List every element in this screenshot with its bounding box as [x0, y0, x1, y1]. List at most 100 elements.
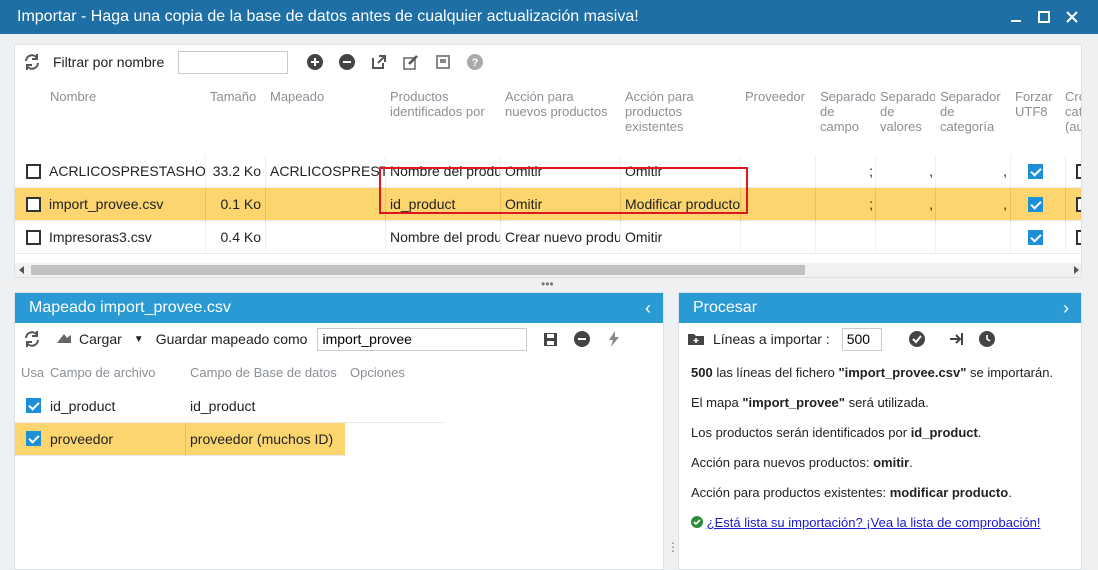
summary-new-action: Acción para nuevos productos: omitir.: [691, 455, 913, 470]
load-mapping-icon[interactable]: [55, 330, 73, 348]
col-header-value-sep[interactable]: Separador de valores: [880, 89, 935, 134]
force-utf8-checkbox[interactable]: [1028, 230, 1043, 245]
summary-line-count: 500 las líneas del fichero "import_prove…: [691, 365, 1054, 380]
create-cat-checkbox[interactable]: [1076, 230, 1081, 245]
value-sep: ,: [929, 163, 933, 179]
col-header-file-field[interactable]: Campo de archivo: [50, 365, 156, 380]
supplier: [745, 188, 815, 221]
db-field: id_product: [190, 398, 256, 414]
lines-label: Líneas a importar :: [713, 331, 830, 347]
load-dropdown-chevron-down-icon[interactable]: ▼: [134, 334, 144, 345]
files-toolbar: Filtrar por nombre ?: [15, 45, 1081, 79]
check-circle-green-icon: [691, 516, 703, 528]
field-sep: ;: [869, 163, 873, 179]
force-utf8-checkbox[interactable]: [1028, 164, 1043, 179]
process-panel: Procesar › Líneas a importar : 500 las l…: [678, 292, 1082, 570]
expand-chevron-right-icon[interactable]: ›: [1063, 293, 1069, 323]
annotation-highlight-box: [379, 167, 748, 214]
delete-mapping-icon[interactable]: [573, 330, 591, 348]
file-mapping: [270, 188, 385, 221]
mapping-row-selected[interactable]: proveedor proveedor (muchos ID): [15, 423, 345, 456]
col-header-create-cat[interactable]: Crear cat. (au: [1065, 89, 1081, 134]
value-sep: [875, 221, 933, 254]
mapping-name-input[interactable]: [317, 327, 528, 351]
summary-identified-by: Los productos serán identificados por id…: [691, 425, 982, 440]
horizontal-scrollbar[interactable]: [15, 263, 1081, 277]
file-size: 0.4 Ko: [220, 229, 261, 245]
col-header-force-utf8[interactable]: Forzar UTF8: [1015, 89, 1060, 119]
checklist-row: ¿Está lista su importación? ¡Vea la list…: [691, 515, 1081, 531]
supplier: [745, 221, 815, 254]
refresh-icon[interactable]: [23, 53, 41, 71]
col-header-existing-action[interactable]: Acción para productos existentes: [625, 89, 735, 134]
scrollbar-thumb[interactable]: [31, 265, 805, 275]
row-checkbox[interactable]: [26, 230, 41, 245]
collapse-chevron-left-icon[interactable]: ‹: [645, 293, 651, 323]
row-checkbox[interactable]: [26, 164, 41, 179]
file-size: 33.2 Ko: [212, 163, 261, 179]
col-header-size[interactable]: Tamaño: [210, 89, 256, 104]
add-icon[interactable]: [306, 53, 324, 71]
mapping-panel-title: Mapeado import_provee.csv: [29, 299, 231, 316]
col-header-supplier[interactable]: Proveedor: [745, 89, 805, 104]
import-arrow-icon[interactable]: [948, 330, 966, 348]
close-button[interactable]: [1060, 5, 1084, 29]
process-panel-header: Procesar ›: [679, 293, 1081, 323]
mapping-panel-header: Mapeado import_provee.csv ‹: [15, 293, 663, 323]
process-toolbar: Líneas a importar :: [679, 323, 1081, 355]
field-sep: ;: [869, 196, 873, 212]
db-field: proveedor (muchos ID): [190, 431, 334, 447]
load-button[interactable]: Cargar: [79, 331, 122, 347]
mapping-row[interactable]: id_product id_product: [15, 390, 445, 423]
col-header-db-field[interactable]: Campo de Base de datos: [190, 365, 337, 380]
summary-existing-action: Acción para productos existentes: modifi…: [691, 485, 1012, 500]
process-summary: 500 las líneas del fichero "import_prove…: [679, 365, 1081, 545]
col-header-new-action[interactable]: Acción para nuevos productos: [505, 89, 615, 119]
col-header-identified-by[interactable]: Productos identificados por: [390, 89, 500, 119]
save-as-label: Guardar mapeado como: [155, 331, 308, 347]
col-header-name[interactable]: Nombre: [50, 89, 96, 104]
columns-icon[interactable]: [434, 53, 452, 71]
file-name: ACRLICOSPRESTASHOP: [49, 163, 205, 179]
edit-icon[interactable]: [402, 53, 420, 71]
file-name: import_provee.csv: [49, 196, 164, 212]
create-cat-checkbox[interactable]: [1076, 164, 1081, 179]
mapping-grid: Usa Campo de archivo Campo de Base de da…: [15, 355, 663, 569]
remove-icon[interactable]: [338, 53, 356, 71]
check-circle-icon[interactable]: [908, 330, 926, 348]
checklist-link[interactable]: ¿Está lista su importación? ¡Vea la list…: [707, 515, 1041, 530]
row-checkbox[interactable]: [26, 197, 41, 212]
use-checkbox[interactable]: [26, 398, 41, 413]
external-link-icon[interactable]: [370, 53, 388, 71]
col-header-use[interactable]: Usa: [21, 365, 44, 380]
help-icon[interactable]: ?: [466, 53, 484, 71]
lines-to-import-input[interactable]: [841, 327, 882, 351]
new-action: Crear nuevo producto: [505, 229, 620, 245]
create-cat-checkbox[interactable]: [1076, 197, 1081, 212]
col-header-options[interactable]: Opciones: [350, 365, 405, 380]
file-size: 0.1 Ko: [220, 196, 261, 212]
filter-label: Filtrar por nombre: [53, 54, 165, 70]
vertical-splitter-grip[interactable]: •••: [541, 277, 554, 291]
force-utf8-checkbox[interactable]: [1028, 197, 1043, 212]
scroll-left-icon[interactable]: [18, 266, 26, 274]
clock-icon[interactable]: [978, 330, 996, 348]
refresh-icon[interactable]: [23, 330, 41, 348]
save-icon[interactable]: [541, 330, 559, 348]
col-header-mapping[interactable]: Mapeado: [270, 89, 324, 104]
table-row[interactable]: Impresoras3.csv 0.4 Ko Nombre del produc…: [15, 221, 1081, 254]
cat-sep: ,: [1003, 163, 1007, 179]
scroll-right-icon[interactable]: [1072, 266, 1080, 274]
col-header-field-sep[interactable]: Separador de campo: [820, 89, 875, 134]
files-panel: Filtrar por nombre ? Nombre Tamaño Mapea…: [14, 44, 1082, 278]
minimize-button[interactable]: [1004, 5, 1028, 29]
filter-input[interactable]: [178, 50, 289, 74]
file-mapping: ACRLICOSPRESTASHOP: [270, 163, 385, 179]
lightning-icon[interactable]: [605, 330, 623, 348]
col-header-cat-sep[interactable]: Separador de categoría: [940, 89, 1010, 134]
svg-text:?: ?: [472, 57, 479, 69]
use-checkbox[interactable]: [26, 431, 41, 446]
maximize-button[interactable]: [1032, 5, 1056, 29]
file-field: id_product: [50, 398, 116, 414]
identified-by: Nombre del producto: [390, 229, 500, 245]
